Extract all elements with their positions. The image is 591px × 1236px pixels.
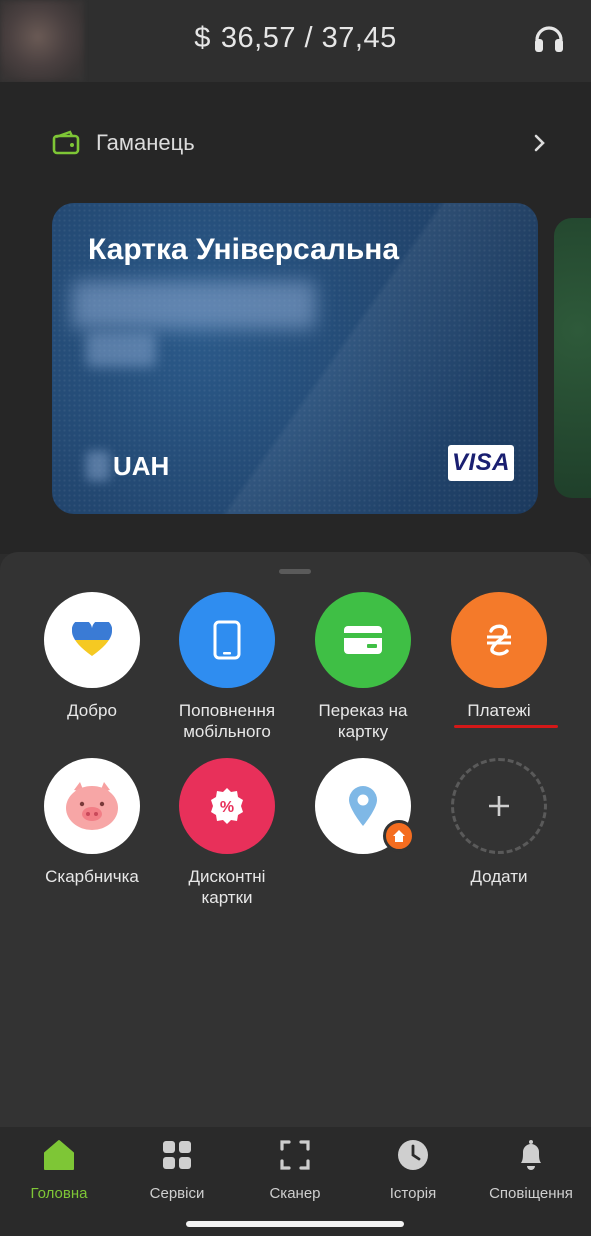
svg-text:%: % <box>220 799 234 816</box>
card-amount-hidden <box>86 451 110 481</box>
home-icon <box>41 1137 77 1173</box>
service-label: Поповнення мобільного <box>178 701 276 741</box>
add-service[interactable]: Додати <box>429 758 569 887</box>
hryvnia-icon <box>451 592 547 688</box>
rate-value: 36,57 / 37,45 <box>220 22 397 54</box>
service-dobro[interactable]: Добро <box>22 592 162 721</box>
nav-label: Сервіси <box>149 1185 205 1202</box>
headset-icon[interactable] <box>533 22 565 58</box>
nav-home[interactable]: Головна <box>0 1137 118 1202</box>
scanner-icon <box>277 1137 313 1173</box>
bell-icon <box>513 1137 549 1173</box>
location-pin-icon <box>315 758 415 854</box>
service-mobile-topup[interactable]: Поповнення мобільного <box>157 592 297 742</box>
service-label: Переказ на картку <box>318 701 408 741</box>
exchange-rate: $36,57 / 37,45 <box>0 22 591 55</box>
heart-icon <box>44 592 140 688</box>
card-number-hidden <box>86 333 156 367</box>
plus-icon <box>451 758 547 854</box>
card-title: Картка Універсальна <box>88 233 400 266</box>
service-label: Додати <box>470 867 528 886</box>
bottom-nav: Головна Сервіси Сканер Історія Сповіщенн… <box>0 1127 591 1236</box>
card-balance-hidden <box>72 281 316 329</box>
service-piggy-bank[interactable]: Скарбничка <box>22 758 162 887</box>
clock-icon <box>395 1137 431 1173</box>
grid-icon <box>159 1137 195 1173</box>
chevron-right-icon[interactable] <box>528 132 550 154</box>
bank-card[interactable]: Картка Універсальна UAH VISA <box>52 203 538 514</box>
next-card-peek[interactable] <box>554 218 591 498</box>
discount-icon: % <box>179 758 275 854</box>
nav-label: Історія <box>389 1185 437 1202</box>
nav-services[interactable]: Сервіси <box>118 1137 236 1202</box>
service-location[interactable] <box>293 758 433 866</box>
service-label: Дисконтні картки <box>188 867 266 907</box>
nav-label: Сповіщення <box>489 1185 573 1202</box>
nav-notifications[interactable]: Сповіщення <box>472 1137 590 1202</box>
nav-scanner[interactable]: Сканер <box>236 1137 354 1202</box>
piggy-bank-icon <box>44 758 140 854</box>
nav-label: Сканер <box>269 1185 321 1202</box>
service-payments[interactable]: Платежі <box>429 592 569 721</box>
service-label: Платежі <box>467 701 531 720</box>
service-label: Скарбничка <box>45 867 139 886</box>
wallet-row[interactable]: Гаманець <box>50 128 550 158</box>
service-label: Добро <box>67 701 117 720</box>
smartphone-icon <box>179 592 275 688</box>
currency-symbol: $ <box>194 22 211 54</box>
top-bar: $36,57 / 37,45 <box>0 0 591 82</box>
visa-logo: VISA <box>448 445 514 481</box>
system-home-indicator[interactable] <box>186 1221 404 1227</box>
nav-label: Головна <box>30 1185 88 1202</box>
card-currency: UAH <box>113 451 170 481</box>
highlight-underline <box>454 725 558 728</box>
home-badge-icon <box>383 820 415 852</box>
nav-history[interactable]: Історія <box>354 1137 472 1202</box>
wallet-icon <box>52 130 80 156</box>
sheet-handle[interactable] <box>279 569 311 574</box>
service-discount-cards[interactable]: % Дисконтні картки <box>157 758 297 908</box>
service-card-transfer[interactable]: Переказ на картку <box>293 592 433 742</box>
card-icon <box>315 592 411 688</box>
wallet-label: Гаманець <box>96 130 195 155</box>
